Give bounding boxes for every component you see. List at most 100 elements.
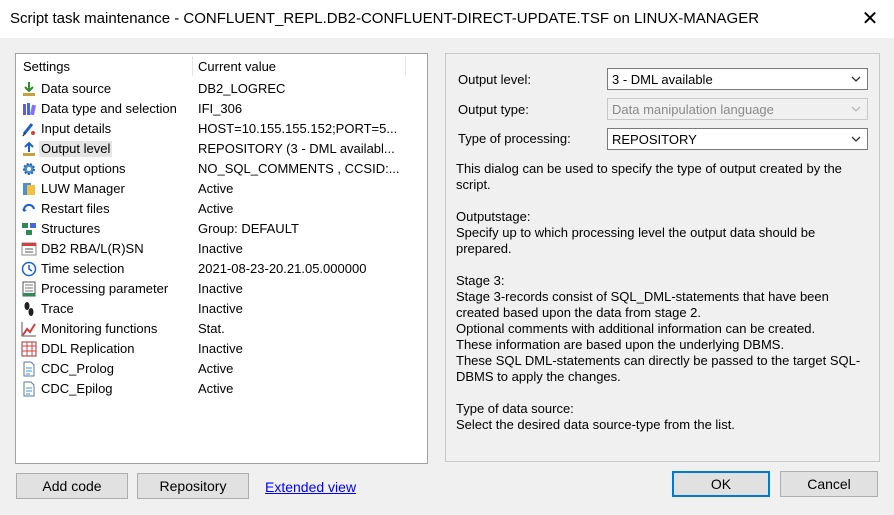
settings-row-value: Active <box>198 381 234 396</box>
description-line: Optional comments with additional inform… <box>456 321 816 336</box>
processing-type-select[interactable]: REPOSITORY <box>607 128 868 150</box>
add-code-button[interactable]: Add code <box>16 473 128 499</box>
window-title: Script task maintenance - CONFLUENT_REPL… <box>10 10 760 27</box>
settings-row[interactable]: CDC_Prolog Active <box>16 359 427 379</box>
settings-row-label: Monitoring functions <box>41 321 158 336</box>
clock-icon <box>21 261 37 277</box>
restart-arrow-icon <box>22 203 35 212</box>
header-settings[interactable]: Settings <box>23 59 70 74</box>
output-type-value: Data manipulation language <box>612 102 774 117</box>
settings-row-value: IFI_306 <box>198 101 243 116</box>
description-paragraph: Stage 3: Stage 3-records consist of SQL_D… <box>456 273 874 385</box>
settings-row[interactable]: Monitoring functions Stat. <box>16 319 427 339</box>
structure-icon <box>22 223 36 235</box>
description-line: Outputstage: <box>456 209 531 224</box>
settings-row-value: Inactive <box>198 281 243 296</box>
settings-row-label: Data type and selection <box>41 101 177 116</box>
description-line: This dialog can be used to specify the t… <box>456 161 842 192</box>
settings-row-value: Group: DEFAULT <box>198 221 299 236</box>
settings-row[interactable]: Restart files Active <box>16 199 427 219</box>
chevron-down-icon <box>851 106 861 112</box>
help-description: This dialog can be used to specify the t… <box>456 161 874 449</box>
settings-row-label: Processing parameter <box>41 281 169 296</box>
description-line: These information are based upon the und… <box>456 337 785 352</box>
title-bar: Script task maintenance - CONFLUENT_REPL… <box>0 0 894 38</box>
description-line: Stage 3: <box>456 273 505 288</box>
footprint-icon <box>24 302 34 316</box>
settings-row[interactable]: Processing parameter Inactive <box>16 279 427 299</box>
header-divider[interactable] <box>405 56 406 76</box>
description-paragraph: This dialog can be used to specify the t… <box>456 161 874 193</box>
cancel-button[interactable]: Cancel <box>780 471 878 497</box>
settings-row[interactable]: LUW Manager Active <box>16 179 427 199</box>
gear-icon <box>23 163 35 175</box>
settings-row[interactable]: Time selection 2021-08-23-20.21.05.000000 <box>16 259 427 279</box>
settings-row-value: DB2_LOGREC <box>198 81 286 96</box>
settings-row-value: Active <box>198 201 234 216</box>
output-level-select[interactable]: 3 - DML available <box>607 68 868 90</box>
description-line: Type of data source: <box>456 401 574 416</box>
settings-row-value: Inactive <box>198 241 243 256</box>
description-line: These SQL DML-statements can directly be… <box>456 353 861 384</box>
extended-view-link[interactable]: Extended view <box>265 479 356 495</box>
settings-row-value: 2021-08-23-20.21.05.000000 <box>198 261 367 276</box>
settings-row-value: REPOSITORY (3 - DML availabl... <box>198 141 395 156</box>
output-level-label: Output level: <box>458 72 531 87</box>
repository-button[interactable]: Repository <box>137 473 249 499</box>
document-icon <box>22 281 36 297</box>
settings-row-label: LUW Manager <box>41 181 125 196</box>
header-divider[interactable] <box>192 56 193 76</box>
output-type-label: Output type: <box>458 102 529 117</box>
settings-row-label: Output options <box>41 161 126 176</box>
settings-row-label: DDL Replication <box>41 341 135 356</box>
settings-row-value: Inactive <box>198 341 243 356</box>
db2-icon <box>21 242 37 256</box>
settings-row-label: Data source <box>41 81 112 96</box>
processing-type-value: REPOSITORY <box>612 132 697 147</box>
luw-manager-icon <box>23 183 35 195</box>
settings-row[interactable]: Trace Inactive <box>16 299 427 319</box>
script-file-icon <box>23 361 35 377</box>
output-type-select[interactable]: Data manipulation language <box>607 98 868 120</box>
books-icon <box>23 103 36 116</box>
chart-icon <box>21 322 36 337</box>
download-arrow-icon <box>23 82 35 96</box>
settings-row[interactable]: DDL Replication Inactive <box>16 339 427 359</box>
settings-row[interactable]: DB2 RBA/L(R)SN Inactive <box>16 239 427 259</box>
settings-row[interactable]: Input details HOST=10.155.155.152;PORT=5.… <box>16 119 427 139</box>
settings-row-value: Active <box>198 361 234 376</box>
processing-type-label: Type of processing: <box>458 131 571 146</box>
settings-row[interactable]: Data source DB2_LOGREC <box>16 79 427 99</box>
list-header: Settings Current value <box>16 54 427 78</box>
settings-row-label: Trace <box>41 301 74 316</box>
settings-row-value: NO_SQL_COMMENTS , CCSID:... <box>198 161 400 176</box>
settings-row-label: Restart files <box>41 201 110 216</box>
settings-row-label: DB2 RBA/L(R)SN <box>41 241 144 256</box>
output-level-value: 3 - DML available <box>612 72 713 87</box>
close-icon[interactable]: ✕ <box>856 6 884 32</box>
script-file-icon <box>23 381 35 397</box>
settings-row[interactable]: Data type and selection IFI_306 <box>16 99 427 119</box>
description-line: Specify up to which processing level the… <box>456 225 816 256</box>
description-paragraph: Type of data source: Select the desired d… <box>456 401 874 433</box>
settings-row-value: HOST=10.155.155.152;PORT=5... <box>198 121 398 136</box>
settings-row-label: Structures <box>41 221 101 236</box>
upload-arrow-icon <box>23 141 35 156</box>
settings-row-value: Stat. <box>198 321 225 336</box>
settings-row[interactable]: Output level REPOSITORY (3 - DML availabl… <box>16 139 427 159</box>
header-current-value[interactable]: Current value <box>198 59 276 74</box>
chevron-down-icon <box>851 136 861 142</box>
settings-row[interactable]: CDC_Epilog Active <box>16 379 427 399</box>
settings-row-value: Inactive <box>198 301 243 316</box>
ok-button[interactable]: OK <box>672 471 770 497</box>
settings-row-label: Time selection <box>41 261 125 276</box>
settings-row-label: Output level <box>39 141 113 157</box>
description-line: Select the desired data source-type from… <box>456 417 735 432</box>
table-grid-icon <box>21 341 37 357</box>
settings-row[interactable]: Output options NO_SQL_COMMENTS , CCSID:..… <box>16 159 427 179</box>
settings-row-label: Input details <box>41 121 112 136</box>
settings-row[interactable]: Structures Group: DEFAULT <box>16 219 427 239</box>
settings-list[interactable]: Settings Current value Data source DB2_LO… <box>15 53 428 464</box>
pen-icon <box>22 123 35 137</box>
description-paragraph: Outputstage: Specify up to which processi… <box>456 209 874 257</box>
